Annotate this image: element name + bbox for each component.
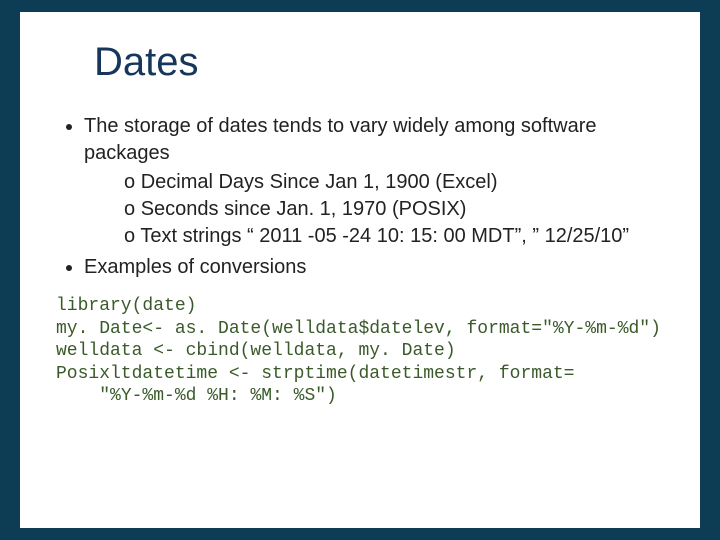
slide: Dates The storage of dates tends to vary… <box>20 12 700 528</box>
bullet-item: The storage of dates tends to vary widel… <box>84 113 664 167</box>
bullet-item: Examples of conversions <box>84 254 664 281</box>
bullet-list: The storage of dates tends to vary widel… <box>56 113 664 281</box>
code-block: library(date) my. Date<- as. Date(wellda… <box>56 295 664 408</box>
slide-title: Dates <box>94 40 664 85</box>
sub-bullet-item: Text strings “ 2011 -05 -24 10: 15: 00 M… <box>124 223 664 250</box>
sub-bullet-item: Seconds since Jan. 1, 1970 (POSIX) <box>124 196 664 223</box>
sub-bullet-list: Decimal Days Since Jan 1, 1900 (Excel) S… <box>84 169 664 250</box>
sub-bullet-item: Decimal Days Since Jan 1, 1900 (Excel) <box>124 169 664 196</box>
